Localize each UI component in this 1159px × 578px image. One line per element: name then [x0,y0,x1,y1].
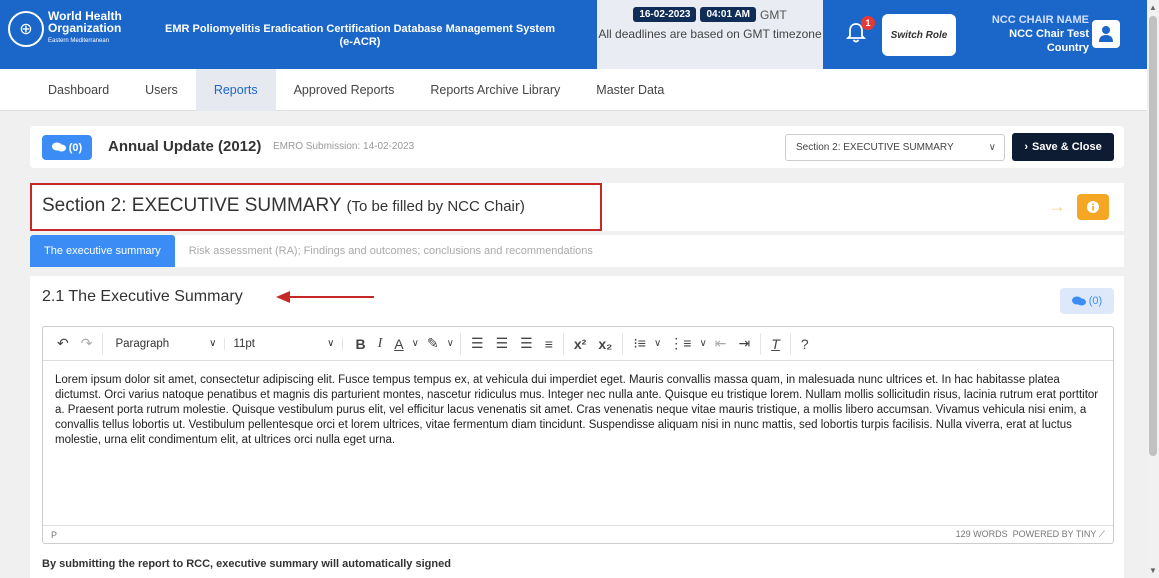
app-title: EMR Poliomyelitis Eradication Certificat… [165,23,555,48]
editor-content[interactable]: Lorem ipsum dolor sit amet, consectetur … [43,361,1113,525]
chevron-down-icon[interactable]: ∨ [445,338,456,349]
current-date: 16-02-2023 [633,7,697,22]
chevron-right-icon: › [1024,141,1028,153]
submission-date: EMRO Submission: 14-02-2023 [273,141,415,152]
info-icon [1087,201,1099,213]
who-logo[interactable]: ⊕ World Health Organization Eastern Medi… [8,10,122,47]
who-emblem-icon: ⊕ [8,10,44,47]
comments-icon [1071,296,1086,305]
section-title-sub: (To be filled by NCC Chair) [346,198,525,215]
redo-icon[interactable]: ↷ [75,335,99,352]
align-right-icon[interactable]: ☰ [514,335,539,352]
tab-executive-summary[interactable]: The executive summary [30,235,175,267]
user-info: NCC CHAIR NAME NCC Chair Test Country [992,13,1089,55]
align-justify-icon[interactable]: ≡ [539,336,559,352]
bold-icon[interactable]: B [349,336,371,352]
content-card: 2.1 The Executive Summary (0) ↶ ↷ Paragr… [30,276,1124,578]
info-button[interactable] [1077,194,1109,220]
save-close-label: Save & Close [1031,141,1102,153]
scrollbar-thumb[interactable] [1149,16,1157,456]
section-select-value: Section 2: EXECUTIVE SUMMARY [796,142,954,153]
indent-icon[interactable]: ⇥ [733,335,757,352]
block-format-select[interactable]: Paragraph ∨ [107,337,226,350]
nav-users[interactable]: Users [127,69,196,111]
org-name-line2: Organization [48,21,122,35]
chevron-down-icon[interactable]: ∨ [652,338,663,349]
nav-master-data[interactable]: Master Data [578,69,682,111]
report-title: Annual Update (2012) [108,138,262,155]
powered-by: POWERED BY TINY [1012,529,1097,539]
user-country: Country [1046,42,1089,54]
section-comments-button[interactable]: (0) [1060,288,1114,314]
user-name: NCC Chair Test [1009,28,1089,40]
save-close-button[interactable]: › Save & Close [1012,133,1114,161]
undo-icon[interactable]: ↶ [51,335,75,352]
page-scrollbar[interactable]: ▲ ▼ [1147,0,1159,578]
block-format-value: Paragraph [115,337,170,350]
align-left-icon[interactable]: ☰ [465,335,490,352]
chevron-down-icon[interactable]: ∨ [410,338,421,349]
annotation-arrow-icon [276,291,374,303]
user-role: NCC CHAIR NAME [991,14,1089,26]
comments-button[interactable]: (0) [42,135,92,160]
notification-badge: 1 [861,16,875,30]
editor-statusbar: P 129 WORDS POWERED BY TINY ⟋ [43,525,1113,543]
section-select[interactable]: Section 2: EXECUTIVE SUMMARY ∨ [785,134,1005,161]
chevron-down-icon: ∨ [988,142,996,153]
chevron-down-icon[interactable]: ∨ [697,338,708,349]
subscript-icon[interactable]: x₂ [592,336,618,352]
superscript-icon[interactable]: x² [568,336,592,352]
comments-icon [51,142,66,152]
subsection-heading: The Executive Summary [68,288,243,305]
timezone-label: GMT [760,7,787,22]
section-comments-count: (0) [1088,295,1103,307]
text-color-icon[interactable]: A [388,336,409,352]
editor-toolbar: ↶ ↷ Paragraph ∨ 11pt ∨ B I A ∨ ✎ ∨ ☰ ☰ ☰… [43,327,1113,361]
user-icon [1099,26,1113,42]
font-size-select[interactable]: 11pt ∨ [225,337,344,350]
rich-text-editor: ↶ ↷ Paragraph ∨ 11pt ∨ B I A ∨ ✎ ∨ ☰ ☰ ☰… [42,326,1114,544]
org-region: Eastern Mediterranean [48,38,110,44]
subsection-number: 2.1 [42,288,65,305]
server-time-box: 16-02-2023 04:01 AM GMT All deadlines ar… [597,0,823,69]
chevron-down-icon: ∨ [327,338,335,349]
bullet-list-icon[interactable]: ⁝≡ [627,335,652,352]
align-center-icon[interactable]: ☰ [490,335,515,352]
section-tabs: The executive summary Risk assessment (R… [30,235,1124,267]
help-icon[interactable]: ? [795,336,815,352]
italic-icon[interactable]: I [372,336,389,352]
main-nav: Dashboard Users Reports Approved Reports… [0,68,1147,111]
clear-formatting-icon[interactable]: T [765,336,786,352]
chevron-down-icon: ∨ [209,338,217,349]
comments-count: (0) [68,141,83,154]
app-header: ⊕ World Health Organization Eastern Medi… [0,0,1147,69]
deadline-note: All deadlines are based on GMT timezone [598,27,822,41]
scroll-down-icon[interactable]: ▼ [1149,566,1157,575]
nav-reports-archive-library[interactable]: Reports Archive Library [412,69,578,111]
next-arrow-icon[interactable]: → [1048,196,1066,217]
numbered-list-icon[interactable]: ⋮≡ [663,335,697,352]
scroll-up-icon[interactable]: ▲ [1149,3,1157,12]
user-avatar[interactable] [1092,20,1120,48]
font-size-value: 11pt [233,337,255,350]
element-path: P [51,529,58,540]
word-count: 129 WORDS [955,529,1008,539]
nav-reports[interactable]: Reports [195,68,276,111]
signature-note: By submitting the report to RCC, executi… [42,558,451,570]
highlight-color-icon[interactable]: ✎ [421,335,445,352]
nav-approved-reports[interactable]: Approved Reports [276,69,413,111]
report-toolbar: (0) Annual Update (2012) EMRO Submission… [30,126,1124,168]
outdent-icon[interactable]: ⇤ [709,335,733,352]
current-time: 04:01 AM [700,7,757,22]
section-title: Section 2: EXECUTIVE SUMMARY (To be fill… [30,183,602,231]
subsection-title: 2.1 The Executive Summary [42,288,243,306]
nav-dashboard[interactable]: Dashboard [30,69,127,111]
resize-handle-icon[interactable]: ⟋ [1099,529,1105,539]
tab-risk-assessment[interactable]: Risk assessment (RA); Findings and outco… [175,235,607,267]
notifications-button[interactable]: 1 [845,16,875,46]
switch-role-button[interactable]: Switch Role [882,14,956,56]
section-title-main: Section 2: EXECUTIVE SUMMARY [42,195,342,216]
section-header-card: Section 2: EXECUTIVE SUMMARY (To be fill… [30,183,1124,231]
